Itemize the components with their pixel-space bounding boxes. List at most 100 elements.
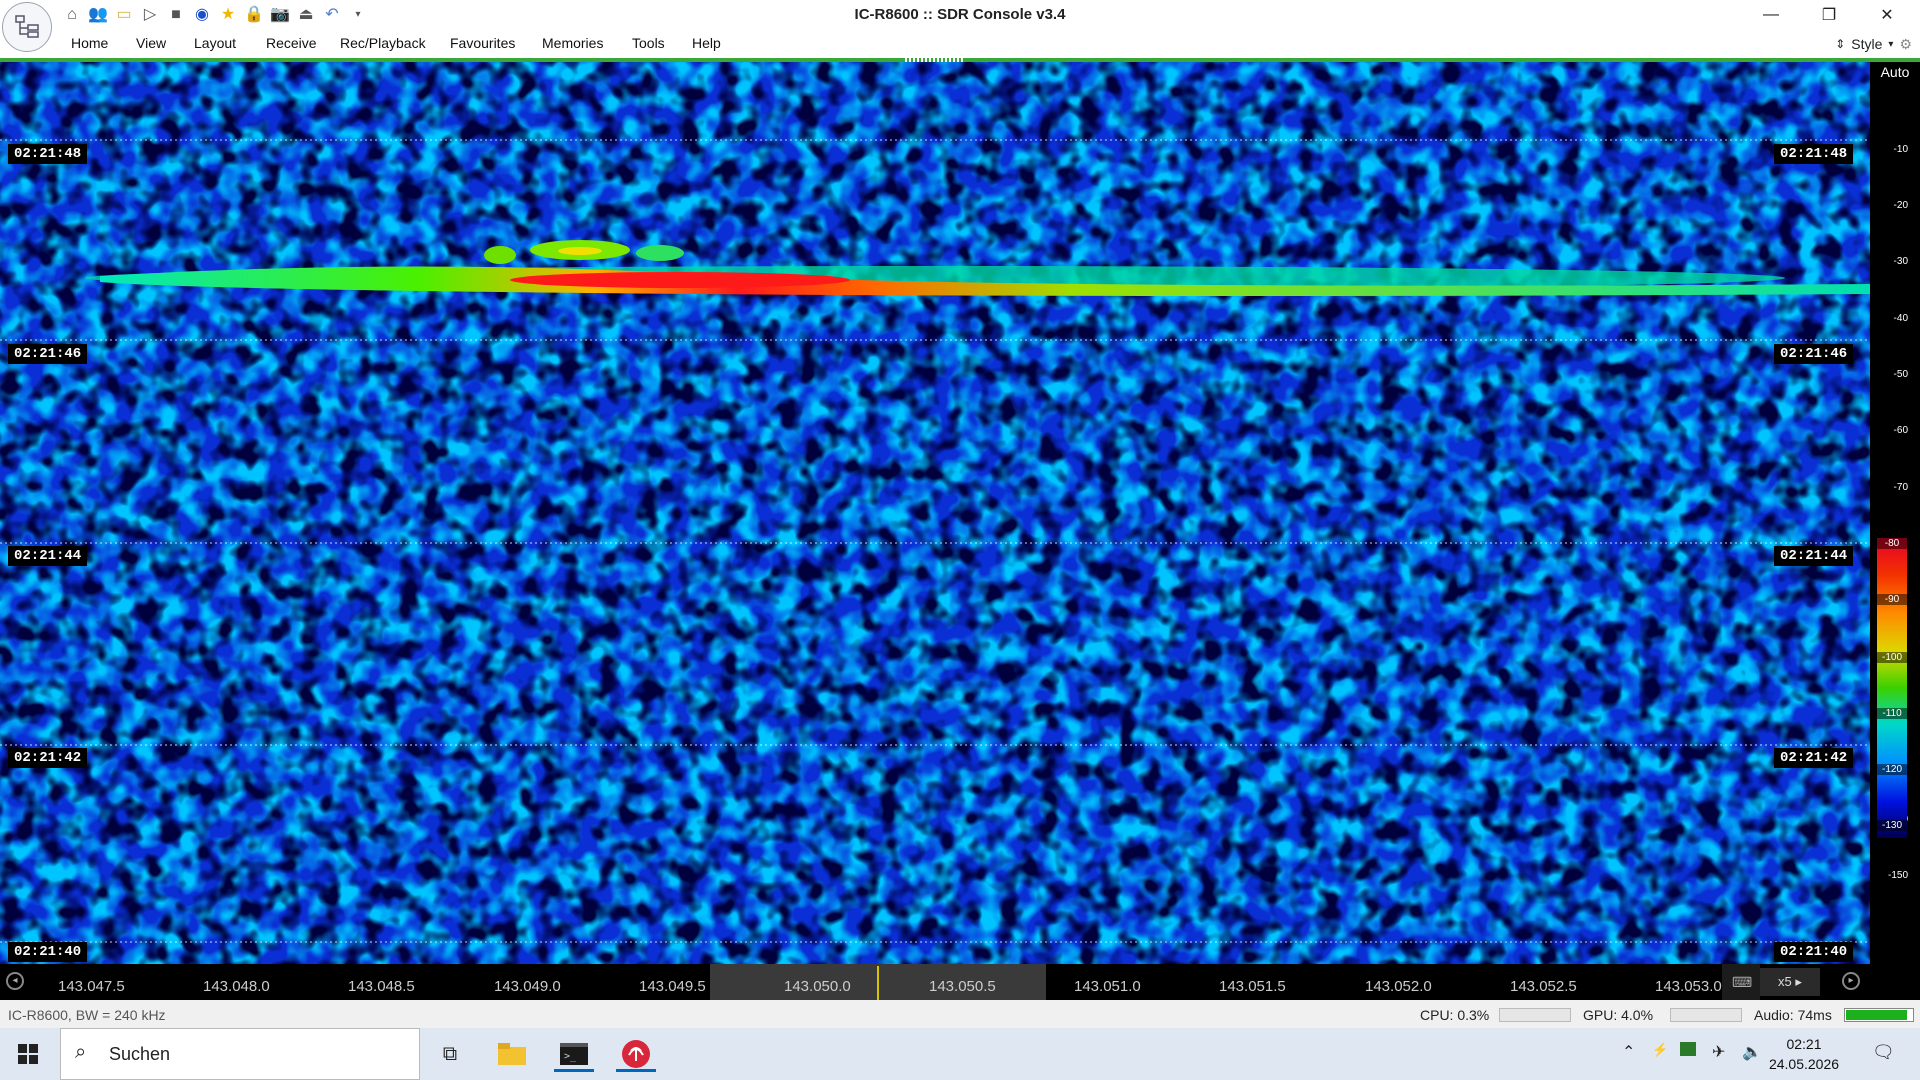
timestamp-left: 02:21:48	[8, 144, 88, 164]
svg-text:>_: >_	[564, 1051, 577, 1062]
scale-tick: -10	[1893, 144, 1908, 155]
status-bar: IC-R8600, BW = 240 kHz CPU: 0.3% GPU: 4.…	[0, 1000, 1920, 1028]
timestamp-left: 02:21:46	[8, 344, 88, 364]
style-dropdown-icon[interactable]: ▾	[1888, 39, 1893, 50]
timestamp-right: 02:21:44	[1774, 546, 1854, 566]
menu-tools[interactable]: Tools	[632, 35, 665, 51]
colorbar-tick: -130	[1877, 820, 1907, 831]
waterfall-canvas	[0, 62, 1870, 964]
volume-icon[interactable]: 🔈	[1742, 1042, 1762, 1062]
timestamp-right: 02:21:48	[1774, 144, 1854, 164]
freq-label: 143.053.0	[1655, 978, 1722, 995]
colorbar-tick: -80	[1877, 538, 1907, 549]
minimize-button[interactable]: —	[1748, 0, 1794, 30]
taskbar-clock[interactable]: 02:21 24.05.2026	[1768, 1034, 1840, 1074]
notification-icon[interactable]: 🗨	[1872, 1042, 1895, 1063]
freq-label: 143.050.0	[784, 978, 851, 995]
search-icon: ⌕	[75, 1041, 87, 1063]
scale-tick: -30	[1893, 256, 1908, 267]
windows-start-icon[interactable]	[18, 1044, 38, 1064]
airplane-mode-icon[interactable]: ✈	[1712, 1042, 1725, 1062]
title-bar: ⌂ 👥 ▭ ▷ ■ ◉ ★ 🔒 📷 ⏏ ↶ ▾ IC-R8600 :: SDR …	[0, 0, 1920, 52]
scale-tick: -70	[1893, 482, 1908, 493]
task-view-icon[interactable]: ⧉	[426, 1036, 474, 1072]
clock-date: 24.05.2026	[1768, 1056, 1840, 1072]
scale-tick: -60	[1893, 425, 1908, 436]
colorbar-tick: -100	[1877, 652, 1907, 663]
freq-label: 143.051.0	[1074, 978, 1141, 995]
timestamp-left: 02:21:44	[8, 546, 88, 566]
frequency-bar[interactable]: ◂ 143.047.5 143.048.0 143.048.5 143.049.…	[0, 964, 1920, 1000]
app-menu-button[interactable]	[2, 2, 52, 52]
freq-label: 143.050.5	[929, 978, 996, 995]
freq-label: 143.048.5	[348, 978, 415, 995]
scale-tick: -40	[1893, 313, 1908, 324]
app-menu-icon	[15, 15, 39, 38]
freq-label: 143.049.0	[494, 978, 561, 995]
scale-tick: -50	[1893, 369, 1908, 380]
waterfall-display[interactable]: 02:21:48 02:21:48 02:21:46 02:21:46 02:2…	[0, 62, 1870, 964]
timestamp-right: 02:21:42	[1774, 748, 1854, 768]
timestamp-left: 02:21:40	[8, 942, 88, 962]
freq-label: 143.052.0	[1365, 978, 1432, 995]
freq-label: 143.047.5	[58, 978, 125, 995]
taskbar-search[interactable]: ⌕ Suchen	[60, 1028, 420, 1080]
active-indicator	[616, 1069, 656, 1072]
freq-label: 143.049.5	[639, 978, 706, 995]
clock-time: 02:21	[1786, 1036, 1822, 1052]
freq-label: 143.051.5	[1219, 978, 1286, 995]
colorbar-tick: -90	[1877, 594, 1907, 605]
terminal-icon[interactable]: >_	[550, 1036, 598, 1072]
radio-status: IC-R8600, BW = 240 kHz	[8, 1007, 166, 1023]
window-title: IC-R8600 :: SDR Console v3.4	[854, 6, 1066, 23]
gpu-usage: GPU: 4.0%	[1583, 1007, 1654, 1023]
windows-taskbar: ⌕ Suchen ⧉ >_ ⌃ ⚡ ✈ 🔈 02:21 24.05.2026 🗨	[0, 1028, 1920, 1080]
tray-chevron-icon[interactable]: ⌃	[1622, 1042, 1635, 1062]
audio-latency: Audio: 74ms	[1754, 1007, 1832, 1023]
scale-tick: -20	[1893, 200, 1908, 211]
freq-label: 143.052.5	[1510, 978, 1577, 995]
tuning-marker[interactable]	[877, 966, 879, 1000]
menu-bar: Home View Layout Receive Rec/Playback Fa…	[0, 30, 1920, 58]
menu-rec-playback[interactable]: Rec/Playback	[340, 35, 426, 51]
timestamp-right: 02:21:46	[1774, 344, 1854, 364]
menu-help[interactable]: Help	[692, 35, 721, 51]
scale-auto-button[interactable]: Auto	[1870, 64, 1920, 80]
scroll-left-icon[interactable]: ◂	[6, 972, 24, 990]
search-placeholder: Suchen	[109, 1044, 171, 1064]
timestamp-left: 02:21:42	[8, 748, 88, 768]
file-explorer-icon[interactable]	[488, 1036, 536, 1072]
active-indicator	[554, 1069, 594, 1072]
updown-icon[interactable]: ⇕	[1835, 37, 1845, 51]
network-status-icon[interactable]: ⚡	[1652, 1042, 1668, 1058]
menu-layout[interactable]: Layout	[194, 35, 236, 51]
scroll-right-icon[interactable]: ▸	[1842, 972, 1860, 990]
timestamp-right: 02:21:40	[1774, 942, 1854, 962]
close-button[interactable]: ✕	[1864, 0, 1910, 30]
menu-receive[interactable]: Receive	[266, 35, 317, 51]
color-scale-bar[interactable]: -80 -90 -100 -110 -120 -130	[1877, 538, 1907, 838]
menu-favourites[interactable]: Favourites	[450, 35, 515, 51]
style-label[interactable]: Style	[1851, 36, 1882, 52]
gpu-meter	[1670, 1008, 1742, 1022]
keyboard-icon[interactable]: ⌨	[1722, 964, 1760, 1000]
scale-tick: -150	[1887, 870, 1908, 881]
menu-memories[interactable]: Memories	[542, 35, 603, 51]
freq-label: 143.048.0	[203, 978, 270, 995]
style-control: ⇕ Style ▾ ⚙	[1835, 33, 1912, 55]
gear-icon[interactable]: ⚙	[1899, 36, 1912, 53]
colorbar-tick: -120	[1877, 764, 1907, 775]
menu-home[interactable]: Home	[71, 35, 108, 51]
zoom-arrow-icon[interactable]: ▸	[1795, 974, 1802, 989]
sdr-console-icon[interactable]	[612, 1036, 660, 1072]
colorbar-tick: -110	[1877, 708, 1907, 719]
audio-meter	[1844, 1008, 1914, 1022]
restore-button[interactable]: ❐	[1806, 0, 1852, 30]
cpu-meter	[1499, 1008, 1571, 1022]
nvidia-icon[interactable]	[1680, 1042, 1696, 1061]
zoom-value: x5	[1778, 974, 1792, 989]
zoom-selector[interactable]: x5 ▸	[1760, 968, 1820, 996]
audio-meter-fill	[1846, 1010, 1907, 1020]
menu-view[interactable]: View	[136, 35, 166, 51]
cpu-usage: CPU: 0.3%	[1420, 1007, 1490, 1023]
